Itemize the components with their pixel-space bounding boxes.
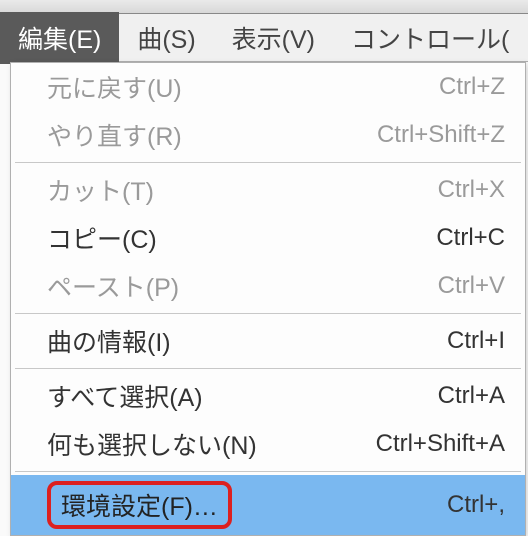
menu-item-label: カット(T)	[47, 172, 418, 208]
menu-item-selectall[interactable]: すべて選択(A) Ctrl+A	[11, 372, 525, 420]
menu-item-shortcut: Ctrl+A	[438, 382, 505, 410]
menu-item-label: すべて選択(A)	[47, 378, 418, 414]
menu-item-redo[interactable]: やり直す(R) Ctrl+Shift+Z	[11, 111, 525, 159]
menu-item-copy[interactable]: コピー(C) Ctrl+C	[11, 214, 525, 262]
menu-item-shortcut: Ctrl+,	[447, 491, 505, 519]
menu-item-shortcut: Ctrl+V	[438, 272, 505, 300]
menu-item-label: 何も選択しない(N)	[47, 426, 356, 462]
menu-item-shortcut: Ctrl+I	[447, 327, 505, 355]
menu-item-label: 曲の情報(I)	[47, 323, 427, 359]
menu-item-selectnone[interactable]: 何も選択しない(N) Ctrl+Shift+A	[11, 420, 525, 468]
menu-item-label: 環境設定(F)…	[47, 481, 427, 529]
menu-item-label: ペースト(P)	[47, 268, 418, 304]
menu-item-paste[interactable]: ペースト(P) Ctrl+V	[11, 262, 525, 310]
menubar: 編集(E) 曲(S) 表示(V) コントロール(	[0, 14, 528, 62]
menu-item-shortcut: Ctrl+Shift+Z	[377, 121, 505, 149]
menu-item-label: コピー(C)	[47, 220, 416, 256]
menu-item-preferences[interactable]: 環境設定(F)… Ctrl+,	[11, 475, 525, 535]
menu-separator	[15, 471, 521, 472]
menu-separator	[15, 313, 521, 314]
menu-item-songinfo[interactable]: 曲の情報(I) Ctrl+I	[11, 317, 525, 365]
menu-item-shortcut: Ctrl+X	[438, 176, 505, 204]
menu-item-label: 元に戻す(U)	[47, 69, 419, 105]
menu-item-label: やり直す(R)	[47, 117, 357, 153]
menu-item-cut[interactable]: カット(T) Ctrl+X	[11, 166, 525, 214]
menubar-edit[interactable]: 編集(E)	[0, 12, 119, 64]
menubar-control[interactable]: コントロール(	[333, 12, 527, 64]
menu-item-shortcut: Ctrl+C	[436, 224, 505, 252]
menubar-view[interactable]: 表示(V)	[214, 12, 333, 64]
menu-item-shortcut: Ctrl+Z	[439, 73, 505, 101]
menu-item-shortcut: Ctrl+Shift+A	[376, 430, 505, 458]
menu-item-undo[interactable]: 元に戻す(U) Ctrl+Z	[11, 63, 525, 111]
edit-menu-dropdown: 元に戻す(U) Ctrl+Z やり直す(R) Ctrl+Shift+Z カット(…	[10, 62, 526, 536]
menu-separator	[15, 368, 521, 369]
highlight-box: 環境設定(F)…	[47, 481, 232, 529]
menu-separator	[15, 162, 521, 163]
menubar-song[interactable]: 曲(S)	[119, 12, 213, 64]
